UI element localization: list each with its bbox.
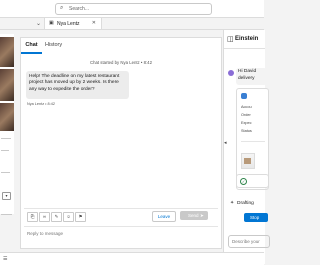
divider [1, 172, 10, 173]
reply-placeholder: Reply to message [27, 231, 64, 236]
close-icon[interactable]: ✕ [92, 20, 96, 26]
tab-chat[interactable]: Chat [21, 38, 42, 54]
chevron-down-icon[interactable]: ⌄ [36, 20, 41, 27]
tab-history[interactable]: History [45, 38, 62, 52]
greeting-line-2: delivery [238, 75, 255, 81]
quick-text-icon[interactable]: ✎ [51, 212, 62, 222]
drafting-status: ✦ Drafting [230, 201, 254, 206]
leave-button[interactable]: Leave [152, 211, 176, 222]
card-row: Order [241, 113, 251, 117]
card-row: Status [241, 129, 252, 133]
list-icon[interactable]: ☰ [3, 256, 7, 262]
record-image [0, 69, 14, 101]
link-icon[interactable]: ∞ [39, 212, 50, 222]
send-icon: ➤ [200, 213, 204, 218]
attach-icon[interactable]: ⎘ [27, 212, 38, 222]
top-bar: ⌕ Search... [0, 0, 264, 18]
record-image [0, 37, 14, 67]
avatar [228, 70, 234, 76]
search-placeholder: Search... [69, 6, 90, 12]
divider [1, 150, 9, 151]
dropdown-toggle[interactable]: ▾ [2, 192, 11, 200]
message-meta: Nya Lentz • 8:42 [27, 102, 55, 106]
global-search[interactable]: ⌕ Search... [55, 3, 212, 15]
einstein-title: Einstein [235, 36, 259, 42]
einstein-panel: ◫ Einstein ◂ Hi David delivery Accou Ord… [223, 30, 270, 264]
divider [1, 214, 12, 215]
chat-icon: ▣ [49, 20, 54, 26]
tab-nya-lentz[interactable]: ▣ Nya Lentz ✕ [44, 18, 102, 29]
emoji-icon[interactable]: ☺ [63, 212, 74, 222]
einstein-greeting: Hi David delivery [236, 68, 267, 85]
chat-panel: Chat History Chat started by Nya Lentz •… [20, 37, 222, 249]
customer-message: Help! The deadline on my latest restaura… [26, 71, 129, 99]
einstein-prompt-input[interactable]: Describe your [228, 235, 270, 248]
reply-input[interactable]: Reply to message [24, 226, 218, 245]
prompt-placeholder: Describe your [232, 239, 260, 244]
search-icon: ⌕ [60, 5, 64, 11]
einstein-header: ◫ Einstein [224, 30, 265, 49]
order-card: Accou Order Expec Status [236, 88, 269, 188]
status-box: ✓ [236, 174, 269, 190]
record-image [0, 103, 14, 131]
check-icon: ✓ [240, 178, 247, 185]
divider [241, 141, 265, 142]
left-record-panel: ▾ [0, 34, 14, 215]
workspace-tab-bar: ⌄ ▣ Nya Lentz ✕ [0, 18, 264, 30]
chat-toolbar: ⎘ ∞ ✎ ☺ ⚑ Leave Send ➤ [24, 208, 218, 223]
send-label: Send [188, 213, 199, 218]
sparkle-icon: ✦ [230, 201, 235, 206]
card-row: Expec [241, 121, 252, 125]
chat-started-notice: Chat started by Nya Lentz • 8:42 [90, 60, 152, 65]
drafting-label: Drafting [237, 201, 254, 206]
order-icon [241, 93, 247, 99]
divider [1, 138, 11, 139]
stop-button[interactable]: Stop [244, 213, 268, 222]
collapse-arrow-icon[interactable]: ◂ [224, 140, 227, 146]
send-button[interactable]: Send ➤ [180, 211, 208, 220]
card-row: Accou [241, 105, 252, 109]
einstein-icon: ◫ [227, 36, 234, 43]
tab-label: Nya Lentz [57, 21, 80, 27]
flag-icon[interactable]: ⚑ [75, 212, 86, 222]
product-thumbnail [241, 153, 255, 169]
utility-bar: ☰ [0, 252, 264, 265]
